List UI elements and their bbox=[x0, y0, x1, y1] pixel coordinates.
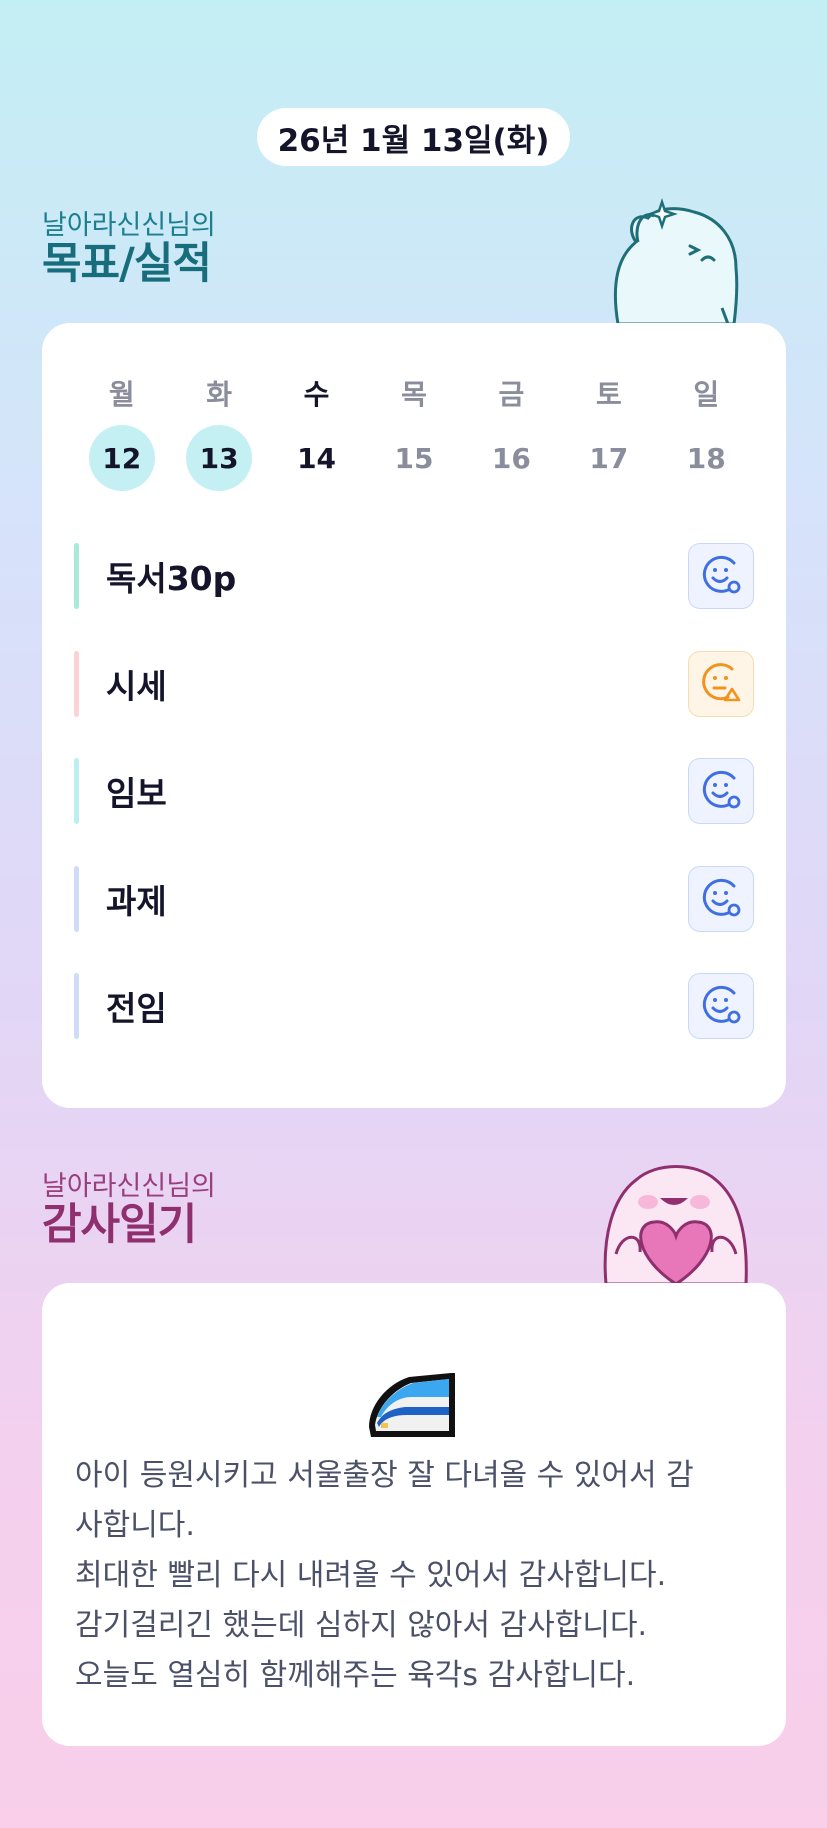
day-name: 일 bbox=[693, 378, 720, 411]
goal-card: 월 12 화 13 수 14 목 15 금 16 토 17 일 18 독서30p 시세임보과제전임 bbox=[42, 323, 786, 1108]
day-number: 16 bbox=[491, 441, 531, 475]
day-name: 토 bbox=[595, 378, 622, 411]
day-name: 금 bbox=[498, 378, 525, 411]
day-column[interactable]: 일 18 bbox=[658, 375, 755, 491]
date-label: 26년 1월 13일(화) bbox=[277, 122, 550, 159]
goal-color-bar bbox=[74, 758, 79, 824]
day-number: 17 bbox=[589, 441, 629, 475]
goal-status-button[interactable] bbox=[688, 865, 754, 932]
gratitude-text: 아이 등원시키고 서울출장 잘 다녀올 수 있어서 감 사합니다. 최대한 빨리… bbox=[75, 1458, 694, 1693]
goal-label: 전임 bbox=[106, 989, 167, 1028]
mascot-heart-icon bbox=[603, 1165, 748, 1284]
goal-row[interactable]: 시세 bbox=[74, 650, 754, 717]
goal-row[interactable]: 전임 bbox=[74, 973, 754, 1039]
train-icon bbox=[369, 1373, 455, 1437]
day-column[interactable]: 토 17 bbox=[560, 375, 657, 491]
day-column[interactable]: 금 16 bbox=[463, 375, 560, 491]
goal-section-title: 목표/실적 bbox=[42, 239, 212, 289]
smile-check-icon bbox=[698, 874, 744, 924]
day-name: 수 bbox=[303, 378, 330, 411]
smile-check-icon bbox=[698, 981, 744, 1031]
day-column[interactable]: 수 14 bbox=[268, 375, 365, 491]
goal-label: 시세 bbox=[106, 666, 167, 706]
gratitude-section-title: 감사일기 bbox=[42, 1200, 197, 1250]
day-column[interactable]: 화 13 bbox=[170, 375, 267, 491]
smile-check-icon bbox=[698, 766, 744, 816]
goal-status-button[interactable] bbox=[688, 973, 754, 1039]
goal-color-bar bbox=[74, 543, 79, 609]
gratitude-card: 아이 등원시키고 서울출장 잘 다녀올 수 있어서 감 사합니다. 최대한 빨리… bbox=[42, 1283, 786, 1746]
goal-status-button[interactable] bbox=[688, 543, 754, 609]
week-strip: 월 12 화 13 수 14 목 15 금 16 토 17 일 18 bbox=[73, 375, 755, 491]
neutral-triangle-icon bbox=[698, 659, 744, 709]
goal-section-subtitle: 날아라신신님의 bbox=[42, 210, 216, 241]
goal-label: 과제 bbox=[106, 881, 167, 921]
day-name: 화 bbox=[206, 378, 233, 411]
day-number: 13 bbox=[186, 425, 253, 491]
goal-label: 임보 bbox=[106, 774, 167, 813]
day-column[interactable]: 월 12 bbox=[73, 375, 170, 491]
goal-row[interactable]: 독서30p bbox=[74, 543, 754, 609]
smile-check-icon bbox=[698, 551, 744, 601]
goal-row[interactable]: 과제 bbox=[74, 865, 754, 932]
day-number: 18 bbox=[686, 441, 726, 475]
day-number: 14 bbox=[297, 441, 337, 475]
goal-color-bar bbox=[74, 973, 79, 1039]
day-name: 월 bbox=[108, 378, 135, 411]
gratitude-section-subtitle: 날아라신신님의 bbox=[42, 1171, 216, 1202]
goal-status-button[interactable] bbox=[688, 758, 754, 824]
day-name: 목 bbox=[401, 378, 427, 411]
goal-color-bar bbox=[74, 865, 79, 932]
goal-section-header: 날아라신신님의 목표/실적 bbox=[42, 210, 216, 289]
day-column[interactable]: 목 15 bbox=[365, 375, 462, 491]
day-number: 12 bbox=[88, 425, 155, 491]
day-number: 15 bbox=[394, 441, 434, 475]
goal-status-button[interactable] bbox=[688, 650, 754, 717]
goal-color-bar bbox=[74, 650, 79, 717]
gratitude-section-header: 날아라신신님의 감사일기 bbox=[42, 1171, 216, 1250]
date-selector[interactable]: 26년 1월 13일(화) bbox=[257, 108, 570, 166]
goal-row[interactable]: 임보 bbox=[74, 758, 754, 824]
goal-label: 독서30p bbox=[106, 559, 237, 598]
mascot-thumbs-up-icon bbox=[613, 198, 739, 324]
